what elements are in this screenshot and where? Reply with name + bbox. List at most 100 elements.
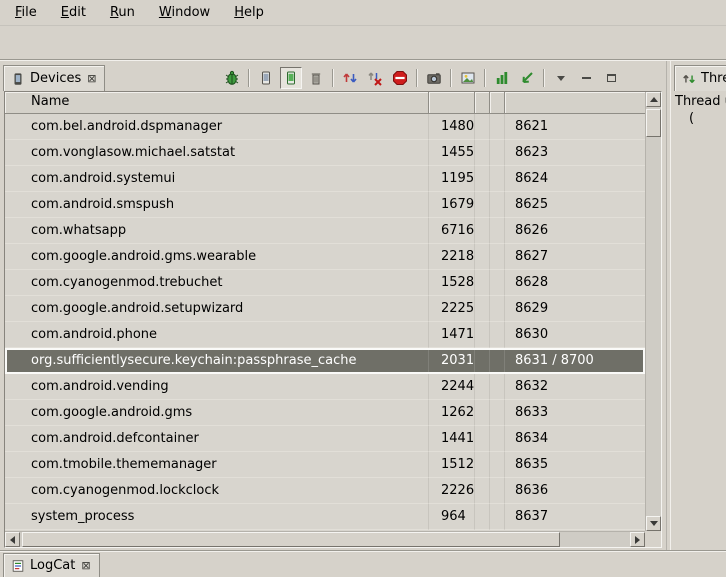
process-name: org.sufficientlysecure.keychain:passphra… — [5, 348, 429, 374]
process-pid: 22265 — [429, 478, 475, 504]
process-port: 8627 — [505, 244, 645, 270]
empty-cell — [490, 504, 505, 530]
table-row[interactable]: system_process 964 8637 — [5, 504, 645, 530]
table-row[interactable]: com.vonglasow.michael.satstat 14553 8623 — [5, 140, 645, 166]
vertical-scrollbar[interactable] — [645, 92, 661, 531]
process-port: 8629 — [505, 296, 645, 322]
update-heap-button[interactable] — [255, 67, 277, 89]
empty-cell — [490, 166, 505, 192]
maximize-icon — [607, 74, 616, 82]
process-name: com.android.phone — [5, 322, 429, 348]
process-name: com.google.android.gms — [5, 400, 429, 426]
table-row[interactable]: com.android.smspush 1679 8625 — [5, 192, 645, 218]
bottom-bar: LogCat ⊠ — [0, 550, 726, 577]
device-tab-icon — [11, 72, 25, 86]
process-pid: 1480 — [429, 114, 475, 140]
table-header: Name — [5, 92, 645, 114]
dump-hprof-button[interactable] — [280, 67, 302, 89]
empty-cell — [475, 426, 490, 452]
process-name: com.android.vending — [5, 374, 429, 400]
table-row[interactable]: com.cyanogenmod.lockclock 22265 8636 — [5, 478, 645, 504]
method-profiling-button[interactable] — [516, 67, 538, 89]
empty-cell — [475, 244, 490, 270]
process-port: 8631 / 8700 — [505, 348, 645, 374]
process-name: com.google.android.gms.wearable — [5, 244, 429, 270]
table-row[interactable]: com.whatsapp 6716 8626 — [5, 218, 645, 244]
column-header-name[interactable]: Name — [5, 92, 429, 114]
tab-logcat[interactable]: LogCat ⊠ — [3, 553, 100, 577]
stop-process-button[interactable] — [389, 67, 411, 89]
process-port: 8628 — [505, 270, 645, 296]
horizontal-scroll-thumb[interactable] — [22, 532, 560, 547]
view-menu-button[interactable] — [550, 67, 572, 89]
scroll-left-button[interactable] — [5, 532, 20, 547]
horizontal-scrollbar[interactable] — [5, 531, 645, 547]
menu-window[interactable]: Window — [150, 2, 219, 23]
screen-capture-button[interactable] — [423, 67, 445, 89]
table-row[interactable]: com.android.vending 22440 8632 — [5, 374, 645, 400]
scrollbar-corner — [645, 531, 661, 547]
minimize-icon — [582, 77, 591, 79]
process-pid: 22185 — [429, 244, 475, 270]
gc-icon — [308, 70, 324, 86]
scroll-right-button[interactable] — [630, 532, 645, 547]
devices-toolbar — [221, 65, 622, 91]
table-row[interactable]: com.google.android.gms 12623 8633 — [5, 400, 645, 426]
toolbar-separator — [332, 69, 334, 87]
empty-cell — [490, 244, 505, 270]
toolbar-separator — [450, 69, 452, 87]
update-threads-button[interactable] — [339, 67, 361, 89]
toolbar-separator — [484, 69, 486, 87]
process-name: com.cyanogenmod.trebuchet — [5, 270, 429, 296]
toolbar-separator — [543, 69, 545, 87]
arrow-left-icon — [10, 536, 15, 544]
empty-cell — [475, 348, 490, 374]
menu-run[interactable]: Run — [101, 2, 144, 23]
close-icon[interactable]: ⊠ — [80, 560, 91, 571]
table-row[interactable]: org.sufficientlysecure.keychain:passphra… — [5, 348, 645, 374]
process-name: com.bel.android.dspmanager — [5, 114, 429, 140]
tab-devices[interactable]: Devices ⊠ — [3, 65, 105, 91]
heap-updates-button[interactable] — [491, 67, 513, 89]
empty-cell — [475, 192, 490, 218]
table-row[interactable]: com.google.android.setupwizard 22250 862… — [5, 296, 645, 322]
scroll-up-button[interactable] — [646, 92, 661, 107]
empty-cell — [475, 374, 490, 400]
process-pid: 20311 — [429, 348, 475, 374]
table-row[interactable]: com.bel.android.dspmanager 1480 8621 — [5, 114, 645, 140]
threads-tab-label: Threa — [701, 71, 726, 86]
menu-help[interactable]: Help — [225, 2, 273, 23]
table-row[interactable]: com.android.systemui 1195 8624 — [5, 166, 645, 192]
table-row[interactable]: com.android.phone 1471 8630 — [5, 322, 645, 348]
scroll-down-button[interactable] — [646, 516, 661, 531]
process-port: 8633 — [505, 400, 645, 426]
stop-process-icon — [392, 70, 408, 86]
empty-cell — [475, 452, 490, 478]
process-port: 8635 — [505, 452, 645, 478]
cause-gc-button[interactable] — [305, 67, 327, 89]
empty-cell — [490, 478, 505, 504]
update-threads-icon — [342, 70, 358, 86]
maximize-button[interactable] — [600, 67, 622, 89]
capture-view-button[interactable] — [457, 67, 479, 89]
empty-cell — [475, 322, 490, 348]
process-pid: 22440 — [429, 374, 475, 400]
debug-process-button[interactable] — [221, 67, 243, 89]
stop-threads-button[interactable] — [364, 67, 386, 89]
tab-threads[interactable]: Threa — [674, 65, 726, 91]
table-row[interactable]: com.cyanogenmod.trebuchet 1528 8628 — [5, 270, 645, 296]
table-row[interactable]: com.google.android.gms.wearable 22185 86… — [5, 244, 645, 270]
process-pid: 12623 — [429, 400, 475, 426]
devices-panel-header: Devices ⊠ — [0, 61, 666, 91]
vertical-scroll-thumb[interactable] — [646, 109, 661, 137]
table-row[interactable]: com.tmobile.thememanager 1512 8635 — [5, 452, 645, 478]
empty-cell — [490, 270, 505, 296]
menu-edit[interactable]: Edit — [52, 2, 95, 23]
minimize-button[interactable] — [575, 67, 597, 89]
menu-file[interactable]: File — [6, 2, 46, 23]
process-name: com.android.smspush — [5, 192, 429, 218]
table-row[interactable]: com.android.defcontainer 14411 8634 — [5, 426, 645, 452]
process-pid: 6716 — [429, 218, 475, 244]
close-icon[interactable]: ⊠ — [86, 73, 97, 84]
empty-cell — [475, 140, 490, 166]
